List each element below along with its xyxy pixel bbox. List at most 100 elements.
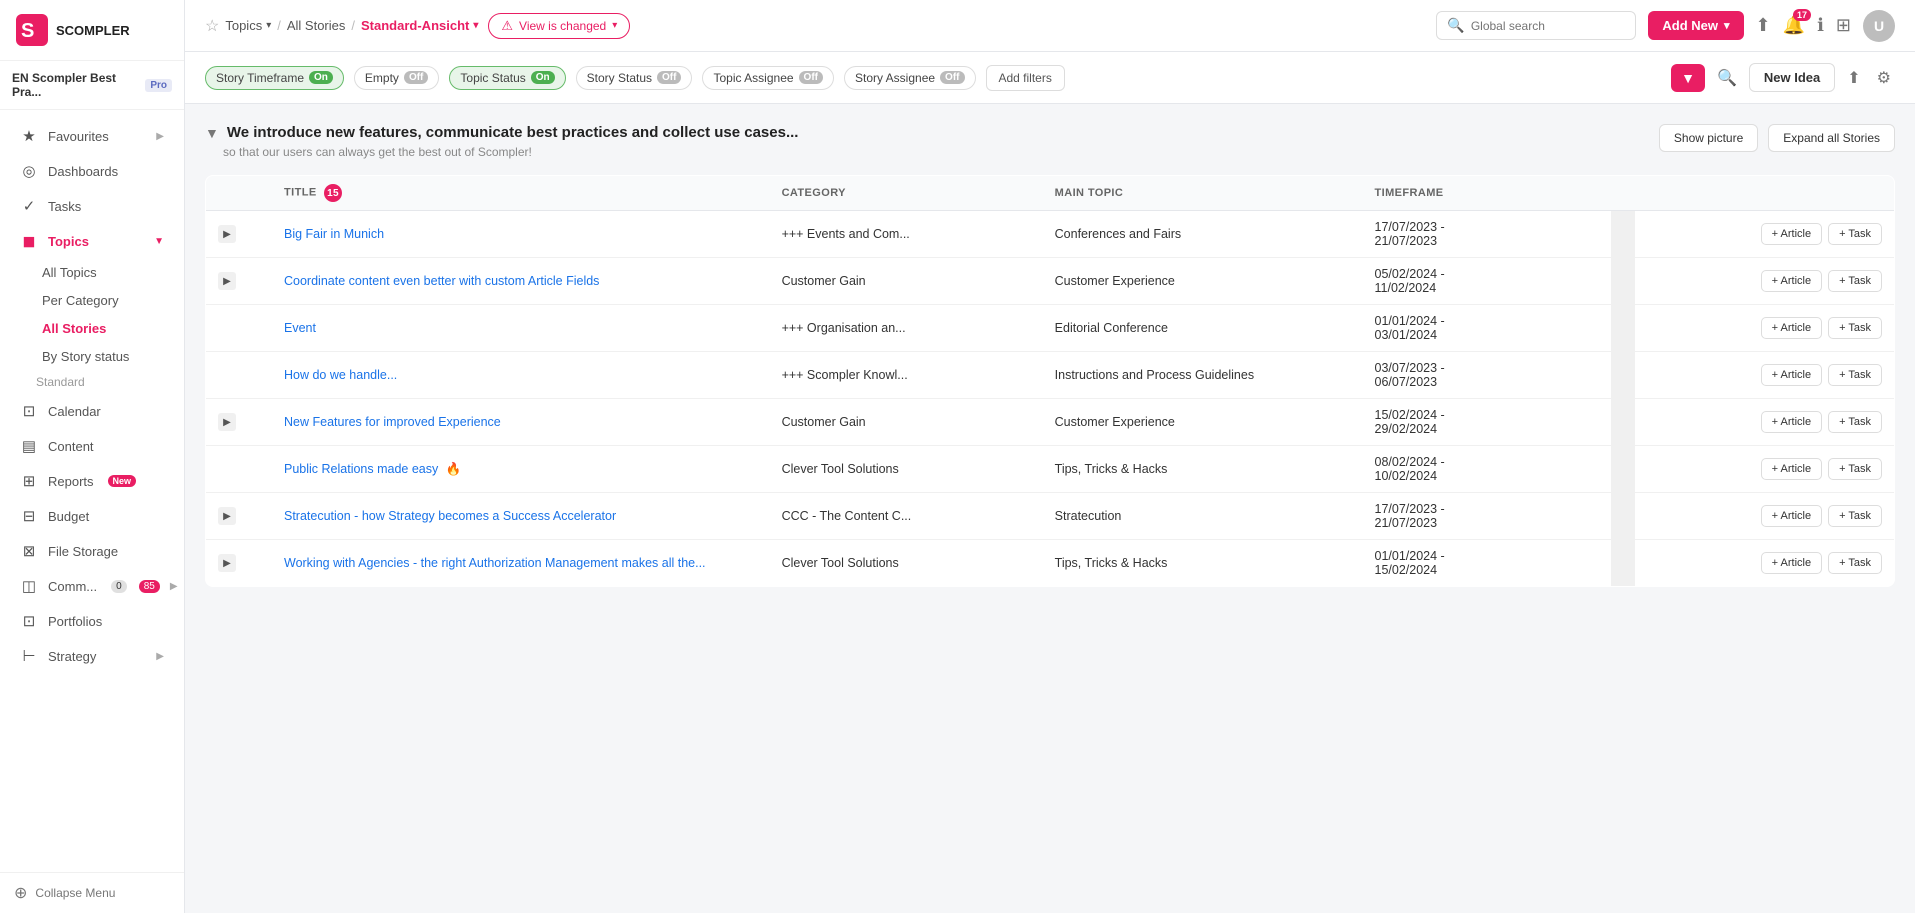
export-icon-button[interactable]: ⬆ — [1843, 64, 1864, 92]
row-expand-button[interactable]: ▶ — [218, 225, 236, 243]
breadcrumb-topics[interactable]: Topics ▾ — [225, 18, 271, 33]
add-article-button[interactable]: + Article — [1761, 317, 1822, 339]
add-article-button[interactable]: + Article — [1761, 505, 1822, 527]
show-picture-button[interactable]: Show picture — [1659, 124, 1758, 152]
filter-label: Story Status — [587, 71, 652, 85]
settings-icon-button[interactable]: ⚙ — [1873, 64, 1895, 92]
filterbar-right-actions: ▼ 🔍 New Idea ⬆ ⚙ — [1671, 63, 1895, 92]
story-title-link[interactable]: New Features for improved Experience — [284, 415, 501, 429]
new-idea-button[interactable]: New Idea — [1749, 63, 1835, 92]
workspace-selector[interactable]: EN Scompler Best Pra... Pro — [0, 61, 184, 110]
add-task-button[interactable]: + Task — [1828, 505, 1882, 527]
story-title-link[interactable]: Stratecution - how Strategy becomes a Su… — [284, 509, 616, 523]
sidebar-item-tasks[interactable]: ✓ Tasks — [6, 189, 178, 223]
th-title-label: TITLE — [284, 187, 317, 199]
chevron-right-icon: ▶ — [170, 581, 178, 592]
story-title-link[interactable]: Working with Agencies - the right Author… — [284, 556, 706, 570]
active-filter-icon-button[interactable]: ▼ — [1671, 64, 1705, 92]
story-actions: + Article + Task — [1635, 305, 1894, 352]
filter-chip-story-status[interactable]: Story Status Off — [576, 66, 693, 90]
add-article-button[interactable]: + Article — [1761, 223, 1822, 245]
add-article-button[interactable]: + Article — [1761, 552, 1822, 574]
filter-chip-topic-status[interactable]: Topic Status On — [449, 66, 565, 90]
sidebar-item-budget[interactable]: ⊟ Budget — [6, 499, 178, 533]
main-content: ☆ Topics ▾ / All Stories / Standard-Ansi… — [185, 0, 1915, 913]
story-title-link[interactable]: Event — [284, 321, 316, 335]
table-row: Public Relations made easy 🔥Clever Tool … — [206, 446, 1895, 493]
notification-count-badge: 17 — [1793, 9, 1811, 21]
sidebar-item-strategy[interactable]: ⊢ Strategy ▶ — [6, 639, 178, 673]
collapse-menu-button[interactable]: ⊕ Collapse Menu — [14, 883, 170, 903]
notifications-icon[interactable]: 🔔 17 — [1783, 15, 1805, 36]
add-task-button[interactable]: + Task — [1828, 552, 1882, 574]
add-task-button[interactable]: + Task — [1828, 411, 1882, 433]
story-actions: + Article + Task — [1635, 446, 1894, 493]
add-article-button[interactable]: + Article — [1761, 458, 1822, 480]
search-icon-button[interactable]: 🔍 — [1713, 64, 1741, 92]
user-avatar[interactable]: U — [1863, 10, 1895, 42]
sidebar-item-portfolios[interactable]: ⊡ Portfolios — [6, 604, 178, 638]
story-timeframe: 08/02/2024 -10/02/2024 — [1363, 446, 1612, 493]
section-title-text: We introduce new features, communicate b… — [227, 124, 799, 141]
sidebar-item-dashboards[interactable]: ◎ Dashboards — [6, 154, 178, 188]
comm-badge-0: 0 — [111, 580, 127, 593]
add-article-button[interactable]: + Article — [1761, 364, 1822, 386]
sidebar-item-by-story-status[interactable]: By Story status — [6, 343, 178, 370]
sidebar-item-reports[interactable]: ⊞ Reports New — [6, 464, 178, 498]
view-changed-button[interactable]: ⚠ View is changed ▾ — [488, 13, 630, 39]
expand-all-stories-button[interactable]: Expand all Stories — [1768, 124, 1895, 152]
star-icon[interactable]: ☆ — [205, 16, 219, 36]
calendar-icon: ⊡ — [20, 402, 38, 420]
add-task-button[interactable]: + Task — [1828, 317, 1882, 339]
add-new-button[interactable]: Add New ▾ — [1648, 11, 1743, 40]
breadcrumb-all-stories[interactable]: All Stories — [287, 18, 346, 33]
sidebar-item-topics[interactable]: ◼ Topics ▼ — [6, 224, 178, 258]
filter-chip-empty[interactable]: Empty Off — [354, 66, 439, 90]
sidebar-item-comm[interactable]: ◫ Comm... 0 85 ▶ — [6, 569, 178, 603]
add-filters-button[interactable]: Add filters — [986, 65, 1065, 91]
sidebar-item-file-storage[interactable]: ⊠ File Storage — [6, 534, 178, 568]
story-title-link[interactable]: How do we handle... — [284, 368, 397, 382]
add-task-button[interactable]: + Task — [1828, 223, 1882, 245]
filter-funnel-icon: ▼ — [1681, 70, 1695, 86]
filter-label: Story Assignee — [855, 71, 935, 85]
help-icon[interactable]: ℹ — [1817, 15, 1824, 36]
story-title-link[interactable]: Coordinate content even better with cust… — [284, 274, 599, 288]
share-icon[interactable]: ⬆ — [1756, 15, 1771, 36]
story-category: +++ Events and Com... — [770, 211, 1043, 258]
filter-chip-topic-assignee[interactable]: Topic Assignee Off — [702, 66, 834, 90]
row-expand-button[interactable]: ▶ — [218, 507, 236, 525]
add-article-button[interactable]: + Article — [1761, 411, 1822, 433]
sidebar-item-all-stories[interactable]: All Stories — [6, 315, 178, 342]
sidebar-item-favourites[interactable]: ★ Favourites ▶ — [6, 119, 178, 153]
add-task-button[interactable]: + Task — [1828, 458, 1882, 480]
timeframe-end: 21/07/2023 — [1375, 234, 1438, 248]
portfolios-icon: ⊡ — [20, 612, 38, 630]
add-task-button[interactable]: + Task — [1828, 364, 1882, 386]
add-task-button[interactable]: + Task — [1828, 270, 1882, 292]
global-search[interactable]: 🔍 — [1436, 11, 1636, 40]
sidebar-item-all-topics[interactable]: All Topics — [6, 259, 178, 286]
sidebar-item-content[interactable]: ▤ Content — [6, 429, 178, 463]
row-expand-button[interactable]: ▶ — [218, 413, 236, 431]
story-timeframe: 03/07/2023 -06/07/2023 — [1363, 352, 1612, 399]
breadcrumb-view[interactable]: Standard-Ansicht ▾ — [361, 18, 478, 33]
sidebar-item-per-category[interactable]: Per Category — [6, 287, 178, 314]
row-expand-button[interactable]: ▶ — [218, 272, 236, 290]
search-input[interactable] — [1471, 19, 1626, 33]
section-collapse-icon[interactable]: ▼ — [205, 125, 219, 141]
section-actions: Show picture Expand all Stories — [1659, 124, 1895, 152]
grid-icon[interactable]: ⊞ — [1836, 15, 1851, 36]
reports-new-badge: New — [108, 475, 137, 487]
add-article-button[interactable]: + Article — [1761, 270, 1822, 292]
story-main-topic: Editorial Conference — [1043, 305, 1363, 352]
story-title-link[interactable]: Public Relations made easy 🔥 — [284, 462, 461, 476]
row-expand-button[interactable]: ▶ — [218, 554, 236, 572]
section-title: ▼ We introduce new features, communicate… — [205, 124, 798, 141]
filter-chip-story-assignee[interactable]: Story Assignee Off — [844, 66, 976, 90]
filter-chip-story-timeframe[interactable]: Story Timeframe On — [205, 66, 344, 90]
story-main-topic: Tips, Tricks & Hacks — [1043, 446, 1363, 493]
sidebar-item-calendar[interactable]: ⊡ Calendar — [6, 394, 178, 428]
story-title-link[interactable]: Big Fair in Munich — [284, 227, 384, 241]
logo-area[interactable]: S SCOMPLER — [0, 0, 184, 61]
